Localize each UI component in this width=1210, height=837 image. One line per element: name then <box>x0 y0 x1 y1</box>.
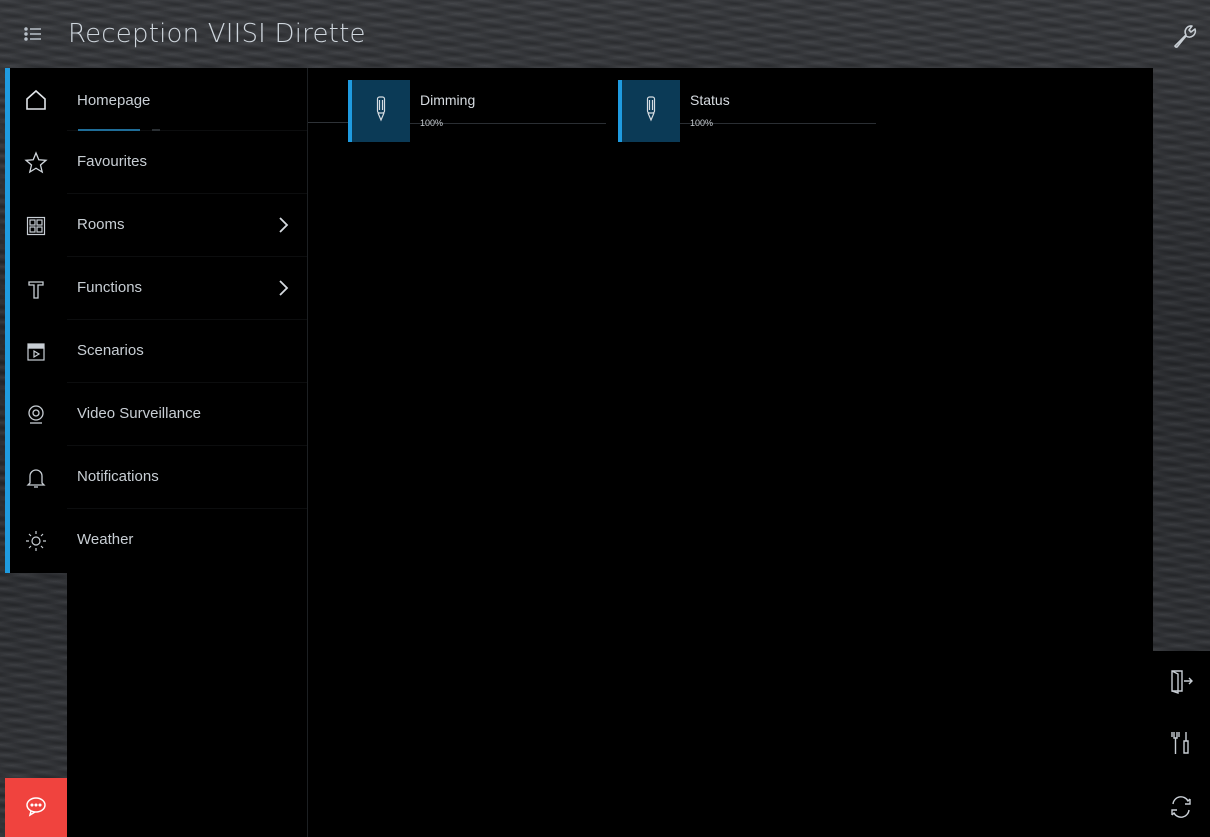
sun-icon <box>23 528 49 554</box>
tile-icon-box <box>618 80 680 142</box>
tools-icon <box>1168 729 1194 761</box>
sidebar-item-label: Video Surveillance <box>77 405 201 422</box>
light-dimmer-icon <box>645 96 657 126</box>
right-action-panel <box>1153 651 1210 837</box>
tile-status[interactable]: Status 100% <box>618 80 878 142</box>
bell-icon <box>23 465 49 491</box>
sidebar-item-favourites[interactable]: Favourites <box>5 131 307 194</box>
sync-icon <box>1168 794 1194 824</box>
tile-dimming[interactable]: Dimming 100% <box>348 80 608 142</box>
hammer-icon <box>23 276 49 302</box>
sidebar-item-weather[interactable]: Weather <box>5 509 307 572</box>
sidebar-item-notifications[interactable]: Notifications <box>5 446 307 509</box>
chevron-right-icon <box>277 215 289 235</box>
sidebar-item-label: Scenarios <box>77 342 144 359</box>
tile-icon-box <box>348 80 410 142</box>
logout-button[interactable] <box>1165 667 1197 699</box>
wrench-icon[interactable] <box>1170 20 1200 50</box>
chat-bubble-icon <box>25 795 47 821</box>
sidebar-item-label: Notifications <box>77 468 159 485</box>
list-menu-icon[interactable] <box>24 26 42 42</box>
tools-button[interactable] <box>1165 729 1197 761</box>
sidebar-item-homepage[interactable]: Homepage <box>5 68 307 131</box>
clapperboard-icon <box>23 339 49 365</box>
rooms-grid-icon <box>23 213 49 239</box>
sidebar-item-video-surveillance[interactable]: Video Surveillance <box>5 383 307 446</box>
home-icon <box>23 87 49 113</box>
light-dimmer-icon <box>375 96 387 126</box>
chat-button[interactable] <box>5 778 67 837</box>
tile-name: Dimming <box>420 92 476 108</box>
sidebar-item-label: Favourites <box>77 153 148 170</box>
logout-icon <box>1168 668 1194 698</box>
page-title: Reception VIISI Dirette <box>68 19 366 49</box>
tile-value: 100% <box>420 118 444 128</box>
sidebar-item-label: Homepage <box>77 92 151 109</box>
sync-button[interactable] <box>1165 793 1197 825</box>
tile-value: 100% <box>690 118 714 128</box>
main-content: Dimming 100% Status 100% <box>308 68 1153 837</box>
sidebar-item-label: Weather <box>77 531 134 548</box>
chevron-right-icon <box>277 278 289 298</box>
sidebar-item-scenarios[interactable]: Scenarios <box>5 320 307 383</box>
star-icon <box>23 150 49 176</box>
divider <box>308 122 348 123</box>
sidebar-item-rooms[interactable]: Rooms <box>5 194 307 257</box>
tile-name: Status <box>690 92 730 108</box>
sidebar-item-label: Functions <box>77 279 143 296</box>
webcam-icon <box>23 402 49 428</box>
sidebar-item-label: Rooms <box>77 216 125 233</box>
header-bar: Reception VIISI Dirette <box>0 0 1210 68</box>
sidebar-item-functions[interactable]: Functions <box>5 257 307 320</box>
